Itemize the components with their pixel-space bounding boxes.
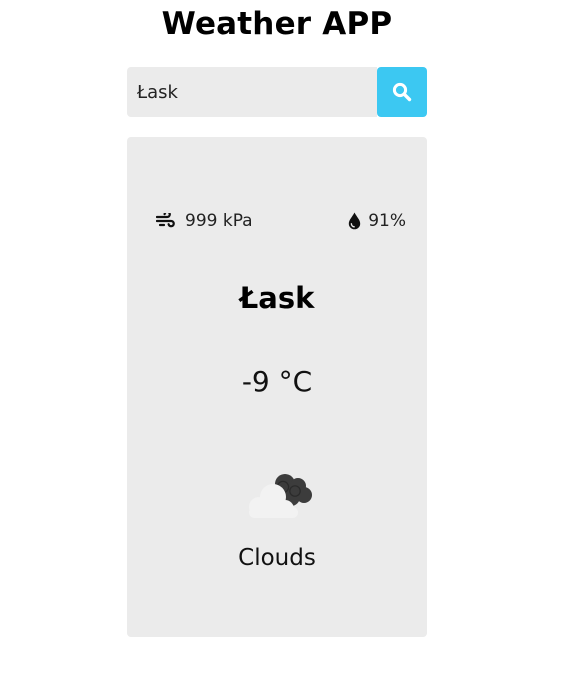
temperature-value: -9 °C — [241, 365, 313, 398]
humidity-value: 91% — [368, 211, 406, 231]
search-icon — [392, 82, 412, 102]
weather-card: 999 kPa 91% Łask -9 °C Clouds — [127, 137, 427, 637]
search-button[interactable] — [377, 67, 427, 117]
clouds-icon — [240, 467, 316, 523]
search-input[interactable] — [127, 67, 377, 117]
search-bar — [127, 67, 427, 117]
humidity-stat: 91% — [348, 209, 406, 233]
app-title: Weather APP — [161, 6, 393, 42]
weather-condition: Clouds — [238, 545, 316, 571]
pressure-value: 999 kPa — [185, 211, 253, 231]
city-name: Łask — [239, 281, 315, 315]
water-drop-icon — [349, 212, 361, 230]
pressure-stat: 999 kPa — [156, 209, 253, 233]
wind-icon — [156, 213, 175, 228]
weather-app: Weather APP 999 kPa 91% Łask — [0, 0, 562, 691]
